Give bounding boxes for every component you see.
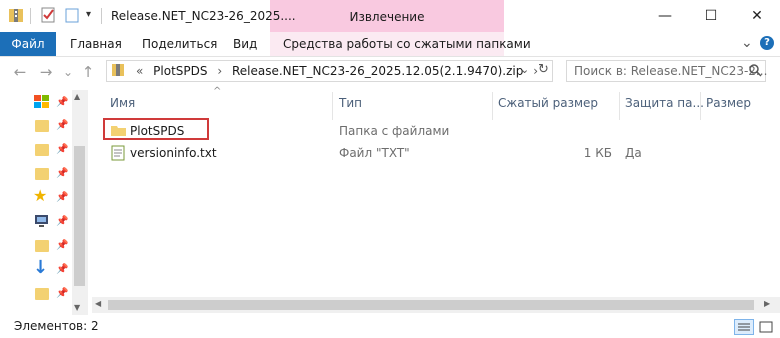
- text-file-icon: [111, 145, 125, 164]
- scroll-up-icon[interactable]: ▲: [74, 92, 80, 101]
- pin-icon: 📌: [56, 240, 69, 251]
- pin-icon: 📌: [56, 192, 69, 203]
- folder-icon[interactable]: [35, 120, 49, 132]
- status-item-count: Элементов: 2: [14, 319, 99, 333]
- column-header-name[interactable]: Имя: [110, 96, 135, 110]
- column-header-protected[interactable]: Защита па...: [625, 96, 704, 110]
- pin-icon: 📌: [56, 97, 69, 108]
- breadcrumb-separator[interactable]: ›: [217, 64, 222, 78]
- network-drive-icon[interactable]: [34, 214, 49, 231]
- file-protected: Да: [625, 146, 642, 160]
- up-button[interactable]: ↑: [80, 63, 96, 81]
- refresh-icon[interactable]: ↻: [538, 62, 549, 77]
- folder-icon[interactable]: [35, 240, 49, 252]
- pin-icon: 📌: [56, 288, 69, 299]
- column-divider[interactable]: [700, 92, 701, 120]
- column-header-type[interactable]: Тип: [339, 96, 362, 110]
- pin-icon: 📌: [56, 216, 69, 227]
- file-type: Файл "TXT": [339, 146, 410, 160]
- address-dropdown-icon[interactable]: ⌄: [520, 63, 529, 76]
- navigation-scrollbar-thumb[interactable]: [74, 146, 85, 286]
- tab-compressed-tools[interactable]: Средства работы со сжатыми папками: [283, 37, 531, 51]
- recent-locations-icon[interactable]: ⌄: [60, 64, 76, 80]
- breadcrumb-item[interactable]: PlotSPDS: [153, 64, 207, 78]
- tab-view[interactable]: Вид: [233, 37, 257, 51]
- context-tab-label: Извлечение: [349, 10, 425, 24]
- tab-home[interactable]: Главная: [70, 37, 122, 51]
- file-type: Папка с файлами: [339, 124, 450, 138]
- file-compressed-size: 1 КБ: [583, 146, 612, 160]
- new-folder-icon[interactable]: [64, 6, 80, 24]
- column-divider[interactable]: [619, 92, 620, 120]
- breadcrumb-overflow[interactable]: «: [136, 64, 143, 78]
- app-icon[interactable]: [34, 95, 50, 112]
- horizontal-scrollbar-thumb[interactable]: [108, 300, 754, 310]
- breadcrumb: « PlotSPDS › Release.NET_NC23-26_2025.12…: [136, 64, 538, 78]
- separator: [30, 8, 31, 24]
- maximize-button[interactable]: ☐: [688, 0, 734, 32]
- downloads-icon[interactable]: ↓: [33, 259, 48, 277]
- quick-access-dropdown-icon[interactable]: ▾: [86, 9, 91, 20]
- properties-icon[interactable]: [40, 6, 56, 24]
- favorites-star-icon[interactable]: ★: [33, 188, 47, 204]
- pin-icon: 📌: [56, 120, 69, 131]
- column-header-compressed-size[interactable]: Сжатый размер: [498, 96, 598, 110]
- folder-icon[interactable]: [35, 144, 49, 156]
- breadcrumb-item[interactable]: Release.NET_NC23-26_2025.12.05(2.1.9470)…: [232, 64, 523, 78]
- search-icon[interactable]: [748, 63, 762, 80]
- zip-folder-icon: [111, 62, 125, 81]
- help-icon[interactable]: ?: [760, 36, 774, 50]
- search-placeholder[interactable]: Поиск в: Release.NET_NC23-2...: [574, 64, 767, 78]
- separator: [101, 8, 102, 24]
- large-icons-view-button[interactable]: [756, 319, 776, 335]
- column-divider[interactable]: [492, 92, 493, 120]
- column-header-size[interactable]: Размер: [706, 96, 751, 110]
- ribbon-collapse-icon[interactable]: ⌄: [741, 35, 753, 51]
- pin-icon: 📌: [56, 144, 69, 155]
- zip-folder-icon[interactable]: [8, 6, 24, 24]
- file-name[interactable]: versioninfo.txt: [130, 146, 217, 160]
- tab-share[interactable]: Поделиться: [142, 37, 217, 51]
- pin-icon: 📌: [56, 264, 69, 275]
- sort-indicator-icon: ^: [213, 86, 222, 97]
- close-button[interactable]: ✕: [734, 0, 780, 32]
- forward-button[interactable]: →: [38, 63, 54, 81]
- highlight-box: [103, 118, 209, 140]
- window-title: Release.NET_NC23-26_2025....: [111, 9, 296, 23]
- folder-icon[interactable]: [35, 168, 49, 180]
- tab-file[interactable]: Файл: [0, 32, 56, 56]
- scroll-down-icon[interactable]: ▼: [74, 303, 80, 312]
- details-view-button[interactable]: [734, 319, 754, 335]
- back-button[interactable]: ←: [12, 63, 28, 81]
- folder-icon[interactable]: [35, 288, 49, 300]
- scroll-right-icon[interactable]: ▶: [764, 299, 770, 308]
- column-divider[interactable]: [332, 92, 333, 120]
- pin-icon: 📌: [56, 168, 69, 179]
- minimize-button[interactable]: —: [642, 0, 688, 32]
- scroll-left-icon[interactable]: ◀: [95, 299, 101, 308]
